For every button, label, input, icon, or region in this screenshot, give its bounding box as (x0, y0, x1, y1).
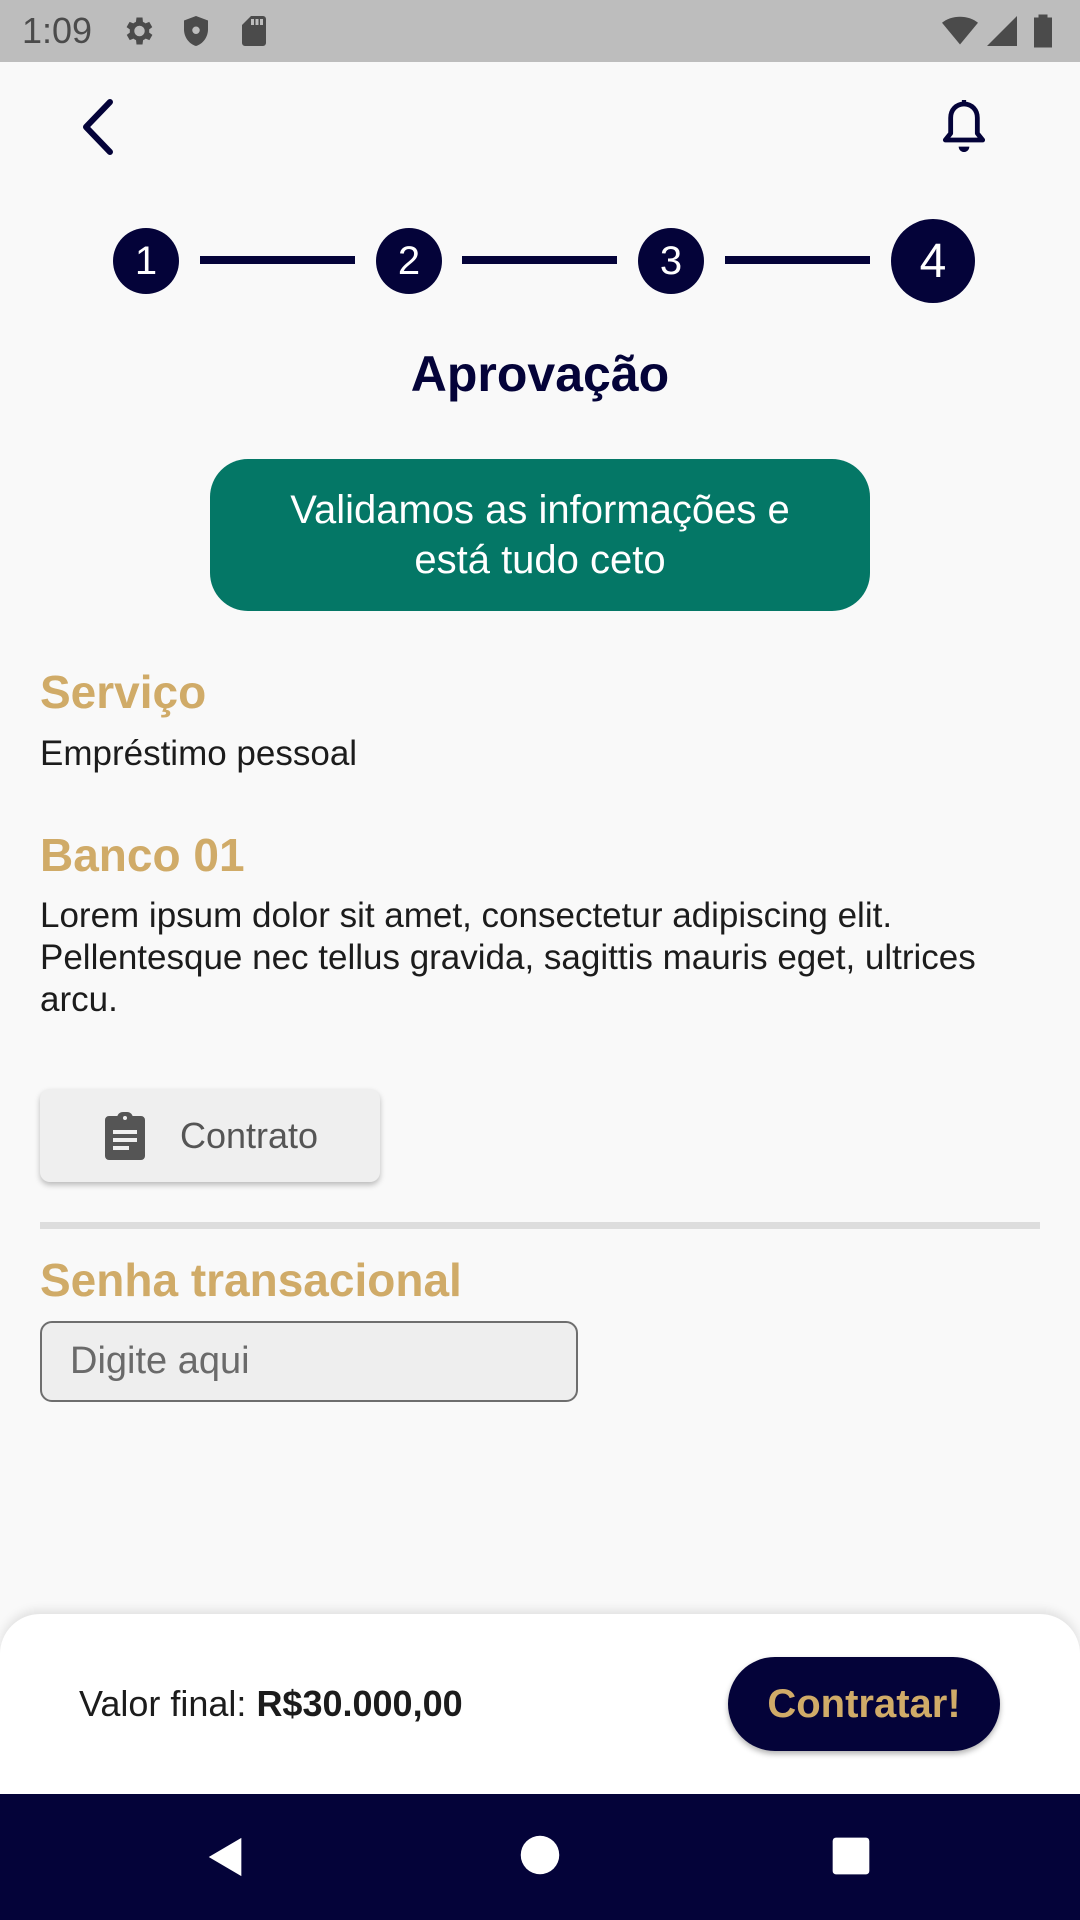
step-connector-3 (725, 256, 870, 264)
settings-icon (126, 17, 153, 45)
contract-button[interactable]: Contrato (40, 1089, 380, 1182)
step-2-number: 2 (397, 238, 421, 283)
shield-icon (184, 16, 208, 46)
system-nav-bar (0, 1794, 1080, 1920)
back-triangle-icon[interactable] (203, 1834, 249, 1880)
notifications-button[interactable] (932, 96, 996, 160)
hire-button[interactable]: Contratar! (728, 1657, 1000, 1751)
home-circle-icon[interactable] (519, 1834, 561, 1876)
step-3: 3 (638, 228, 704, 294)
final-value-label: Valor final: (79, 1683, 247, 1724)
back-button[interactable] (70, 92, 130, 162)
recents-square-icon[interactable] (831, 1836, 871, 1876)
step-4-current: 4 (891, 219, 975, 303)
status-time: 1:09 (22, 10, 93, 51)
sd-card-icon (242, 16, 266, 46)
step-3-number: 3 (659, 238, 683, 283)
final-value: Valor final: R$30.000,00 (79, 1680, 463, 1728)
bank-description: Lorem ipsum dolor sit amet, consectetur … (40, 896, 976, 1019)
password-label: Senha transacional (40, 1254, 462, 1306)
service-label: Serviço (40, 666, 207, 718)
page-title: Aprovação (410, 346, 670, 402)
validation-notice-text: Validamos as informações e está tudo cet… (290, 488, 790, 582)
step-connector-1 (200, 256, 355, 264)
chevron-left-icon (83, 99, 113, 155)
divider (40, 1222, 1040, 1229)
signal-icon (987, 16, 1017, 46)
step-1: 1 (113, 228, 179, 294)
hire-button-label: Contratar! (767, 1681, 961, 1726)
step-2: 2 (376, 228, 442, 294)
bank-label: Banco 01 (40, 829, 245, 881)
step-4-number: 4 (919, 234, 947, 288)
password-input[interactable] (40, 1321, 578, 1402)
wifi-icon (942, 16, 978, 45)
final-value-amount: R$30.000,00 (256, 1683, 463, 1724)
validation-notice: Validamos as informações e está tudo cet… (210, 459, 870, 611)
contract-button-label: Contrato (180, 1114, 319, 1156)
step-connector-2 (462, 256, 617, 264)
step-1-number: 1 (134, 238, 158, 283)
bell-icon (942, 100, 986, 152)
clipboard-icon (105, 1111, 145, 1160)
status-bar: 1:09 (0, 0, 1080, 62)
battery-icon (1034, 14, 1052, 48)
service-value: Empréstimo pessoal (40, 734, 358, 773)
